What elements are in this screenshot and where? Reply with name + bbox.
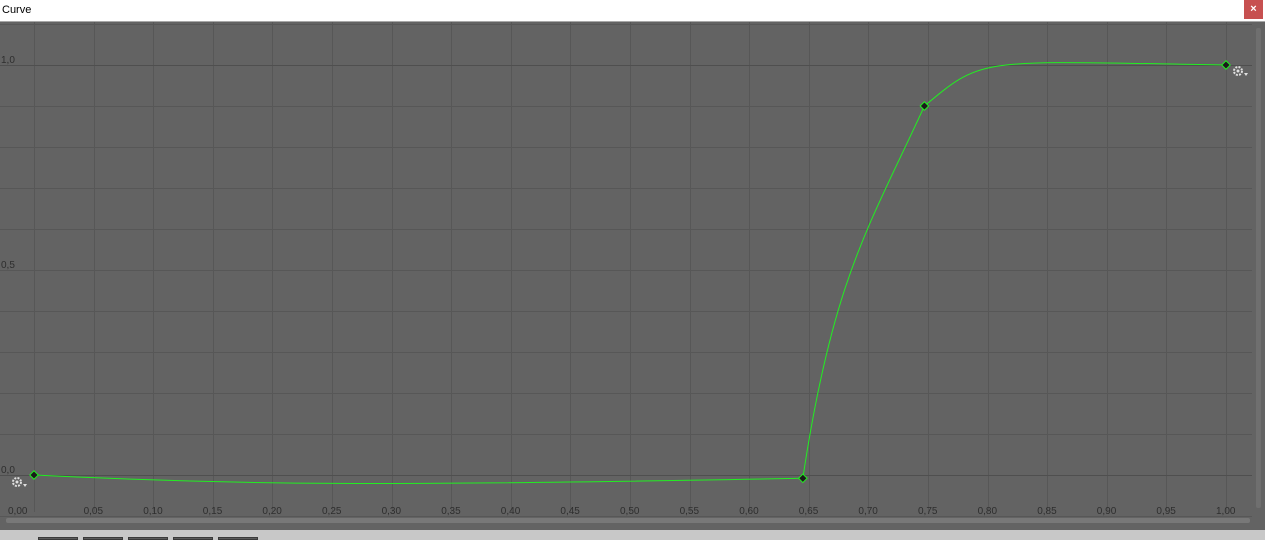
x-tick-label: 0,35: [441, 506, 461, 517]
x-tick-label: 0,70: [858, 506, 878, 517]
x-axis-labels: 0,00 0,05 0,10 0,15 0,20 0,25 0,30 0,35 0,40 0,45…: [8, 506, 1236, 517]
y-tick-label: 0,5: [1, 260, 15, 271]
close-button[interactable]: ×: [1244, 0, 1263, 19]
y-axis-labels: 0,0 0,5 1,0: [1, 55, 15, 476]
x-tick-label: 0,75: [918, 506, 938, 517]
curve-canvas[interactable]: 0,00,51,0 0,00 0,05 0,10 0,15 0,20 0,25 0,30 0,…: [0, 22, 1265, 530]
x-tick-label: 0,90: [1097, 506, 1117, 517]
y-tick-label: 1,0: [1, 55, 15, 66]
x-tick-label: 0,30: [382, 506, 402, 517]
x-tick-label: 0,45: [560, 506, 580, 517]
x-tick-label: 0,20: [262, 506, 282, 517]
y-tick-label: 0,0: [1, 465, 15, 476]
x-tick-label: 0,50: [620, 506, 640, 517]
x-tick-label: 0,60: [739, 506, 759, 517]
x-tick-label: 0,05: [84, 506, 104, 517]
title-bar: Curve ×: [0, 0, 1265, 22]
x-tick-label: 0,65: [799, 506, 819, 517]
keyframe-handle[interactable]: [1221, 60, 1231, 70]
curve-editor[interactable]: 0,0 0,5 1,0 0,00 0,05 0,10 0,15 0,20 0,25 0,30 0,…: [0, 22, 1265, 530]
x-tick-label: 0,10: [143, 506, 163, 517]
vertical-scrollbar[interactable]: [1256, 28, 1261, 508]
window-title: Curve: [2, 4, 32, 16]
x-tick-label: 0,25: [322, 506, 342, 517]
post-wrap-gear-icon[interactable]: [1233, 66, 1248, 76]
x-tick-label: 0,55: [680, 506, 700, 517]
keyframe-handle[interactable]: [29, 470, 39, 480]
pre-wrap-gear-icon[interactable]: [12, 477, 27, 487]
minor-grid: [0, 22, 1252, 517]
horizontal-scrollbar[interactable]: [6, 518, 1250, 523]
x-tick-label: 0,00: [8, 506, 28, 517]
x-tick-label: 0,85: [1037, 506, 1057, 517]
x-tick-label: 0,40: [501, 506, 521, 517]
x-tick-label: 0,15: [203, 506, 223, 517]
x-tick-label: 0,80: [978, 506, 998, 517]
x-tick-label: 1,00: [1216, 506, 1236, 517]
x-tick-label: 0,95: [1156, 506, 1176, 517]
